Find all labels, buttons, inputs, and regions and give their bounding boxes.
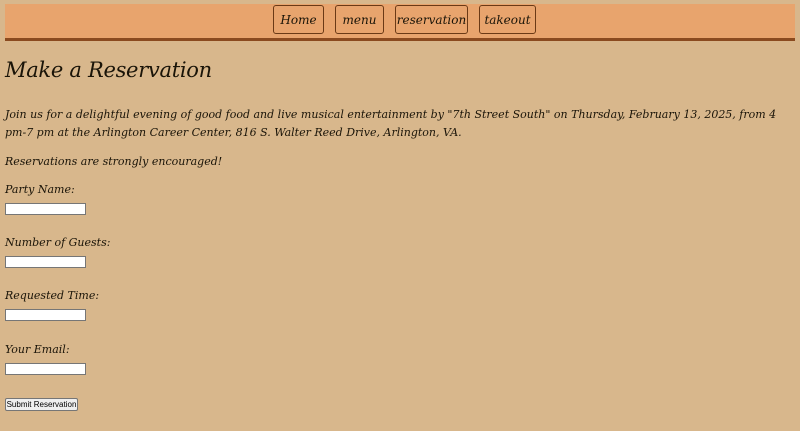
encourage-text: Reservations are strongly encouraged! [5,155,223,168]
nav-home-button[interactable]: Home [273,5,324,34]
party-name-label: Party Name: [5,183,75,196]
email-label: Your Email: [5,343,70,356]
time-label: Requested Time: [5,289,100,302]
nav-takeout-button[interactable]: takeout [479,5,536,34]
intro-text: Join us for a delightful evening of good… [5,108,777,139]
guests-input[interactable] [5,256,86,268]
page-title: Make a Reservation [5,58,212,82]
submit-reservation-button[interactable]: Submit Reservation [5,398,78,411]
guests-label: Number of Guests: [5,236,111,249]
nav-reservation-button[interactable]: reservation [395,5,468,34]
nav-buttons: Home menu reservation takeout [273,5,536,34]
party-name-input[interactable] [5,203,86,215]
email-input[interactable] [5,363,86,375]
nav-bar: Home menu reservation takeout [5,4,795,41]
nav-menu-button[interactable]: menu [335,5,384,34]
time-input[interactable] [5,309,86,321]
